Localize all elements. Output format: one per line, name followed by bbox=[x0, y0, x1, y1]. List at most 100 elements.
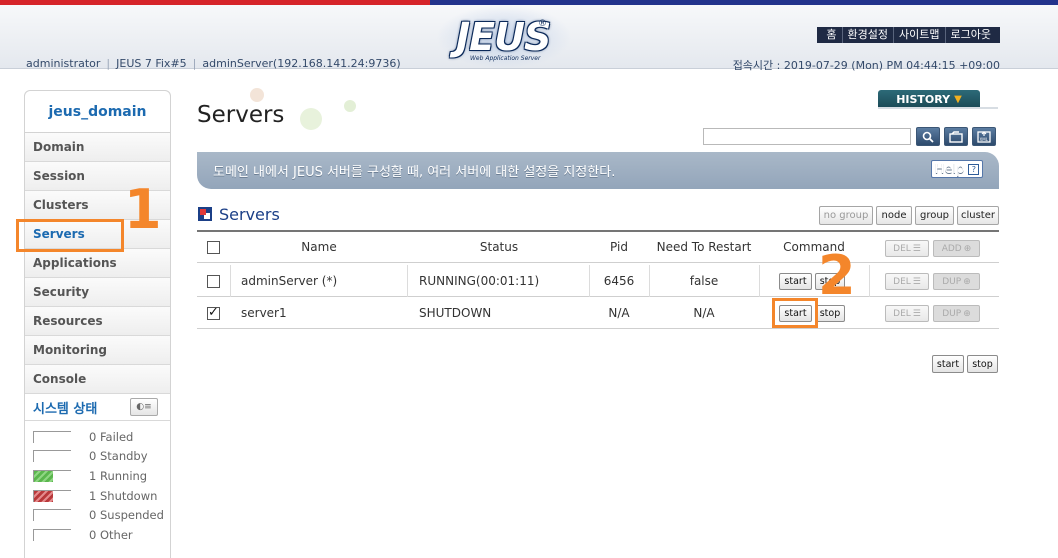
stat-count: 0 bbox=[89, 508, 97, 523]
plus-icon: ⊕ bbox=[963, 276, 971, 287]
system-status-title: 시스템 상태 bbox=[33, 401, 98, 417]
sidebar-item-applications[interactable]: Applications bbox=[25, 249, 170, 278]
stat-label: Standby bbox=[99, 449, 148, 464]
server-name[interactable]: server1 bbox=[241, 297, 407, 329]
monitor-icon[interactable]: ◐≡ bbox=[130, 398, 158, 416]
server-status: RUNNING(00:01:11) bbox=[419, 274, 540, 288]
nav-home[interactable]: 홈 bbox=[821, 27, 841, 43]
cell-divider bbox=[230, 265, 231, 297]
nav-settings[interactable]: 환경설정 bbox=[841, 27, 893, 43]
del-button[interactable]: DEL ☰ bbox=[885, 305, 929, 322]
stat-bar bbox=[33, 528, 71, 541]
column-status: Status bbox=[479, 240, 519, 254]
start-all-button[interactable]: start bbox=[932, 355, 964, 373]
add-button[interactable]: ADD ⊕ bbox=[933, 240, 980, 257]
nav-logout[interactable]: 로그아웃 bbox=[944, 27, 996, 43]
history-underline bbox=[878, 107, 998, 109]
stat-count: 0 bbox=[89, 449, 97, 464]
stat-label: Shutdown bbox=[99, 488, 158, 503]
sidebar-item-monitoring[interactable]: Monitoring bbox=[25, 336, 170, 365]
no-group-button[interactable]: no group bbox=[819, 206, 873, 225]
column-need-restart: Need To Restart bbox=[656, 240, 752, 254]
jeus-admin-console: JEUS ® Web Application Server 홈 환경설정 사이트… bbox=[0, 0, 1058, 558]
sidebar-item-resources[interactable]: Resources bbox=[25, 307, 170, 336]
row-checkbox[interactable] bbox=[207, 275, 220, 288]
logo-text: JEUS bbox=[456, 15, 551, 59]
system-status-list: 0 Failed 0 Standby 1 Running 1 Shutdown … bbox=[25, 421, 170, 558]
stat-other: 0 Other bbox=[33, 525, 170, 545]
user-name: administrator bbox=[26, 57, 101, 70]
admin-server-info: adminServer(192.168.141.24:9736) bbox=[202, 57, 401, 70]
stat-label: Suspended bbox=[99, 508, 164, 523]
sidebar: jeus_domain Domain Session Clusters Serv… bbox=[24, 90, 171, 558]
del-label: DEL bbox=[893, 308, 911, 319]
stop-all-button[interactable]: stop bbox=[967, 355, 998, 373]
group-button[interactable]: group bbox=[915, 206, 954, 225]
stat-running: 1 Running bbox=[33, 466, 170, 486]
stat-count: 0 bbox=[89, 527, 97, 542]
del-label: DEL bbox=[893, 243, 911, 254]
page-title: Servers bbox=[197, 102, 285, 128]
stat-bar bbox=[33, 430, 71, 443]
table-row: adminServer (*) RUNNING(00:01:11) 6456 f… bbox=[197, 265, 999, 297]
header: JEUS ® Web Application Server 홈 환경설정 사이트… bbox=[0, 5, 1058, 72]
node-button[interactable]: node bbox=[876, 206, 912, 225]
user-info-bar: administrator | JEUS 7 Fix#5 | adminServer(1… bbox=[26, 57, 401, 70]
chevron-down-icon: ▼ bbox=[954, 93, 962, 105]
stack-icon: ☰ bbox=[912, 243, 921, 254]
server-pid: N/A bbox=[608, 306, 630, 320]
stat-bar-running bbox=[33, 469, 71, 482]
registered-mark: ® bbox=[538, 19, 547, 29]
cell-divider bbox=[407, 265, 408, 297]
server-name[interactable]: adminServer (*) bbox=[241, 265, 407, 297]
history-button[interactable]: HISTORY ▼ bbox=[878, 90, 980, 108]
stat-label: Failed bbox=[99, 429, 134, 444]
stat-standby: 0 Standby bbox=[33, 447, 170, 467]
stack-icon: ☰ bbox=[912, 308, 921, 319]
stop-button[interactable]: stop bbox=[815, 305, 845, 322]
help-button[interactable]: Help? bbox=[931, 160, 983, 178]
decor-bubble bbox=[344, 100, 356, 112]
separator: | bbox=[106, 57, 111, 70]
table-header: Name Status Pid Need To Restart Command … bbox=[197, 232, 999, 263]
search-icon[interactable] bbox=[916, 127, 940, 146]
cluster-button[interactable]: cluster bbox=[957, 206, 999, 225]
del-label: DEL bbox=[893, 276, 911, 287]
decor-bubble bbox=[300, 108, 322, 130]
history-label: HISTORY bbox=[896, 92, 951, 106]
stat-bar bbox=[33, 509, 71, 522]
sidebar-item-console[interactable]: Console bbox=[25, 365, 170, 394]
refresh-icon[interactable] bbox=[944, 127, 968, 146]
dup-button[interactable]: DUP ⊕ bbox=[933, 273, 980, 290]
row-checkbox[interactable] bbox=[207, 305, 220, 320]
search-input[interactable] bbox=[703, 128, 911, 145]
select-all-checkbox[interactable] bbox=[207, 241, 220, 254]
del-button[interactable]: DEL ☰ bbox=[885, 273, 929, 290]
stat-count: 1 bbox=[89, 488, 97, 503]
table-row: server1 SHUTDOWN N/A N/A start stop DEL☰… bbox=[197, 297, 999, 329]
stat-count: 1 bbox=[89, 468, 97, 483]
start-button[interactable]: start bbox=[779, 273, 812, 290]
plus-icon: ⊕ bbox=[963, 243, 972, 254]
jeus-logo[interactable]: JEUS ® Web Application Server bbox=[456, 15, 552, 67]
nav-sitemap[interactable]: 사이트맵 bbox=[893, 27, 944, 43]
description-bar: 도메인 내에서 JEUS 서버를 구성할 때, 여러 서버에 대한 설정을 지정… bbox=[197, 152, 999, 189]
del-all-button[interactable]: DEL ☰ bbox=[885, 240, 929, 257]
server-status: SHUTDOWN bbox=[419, 306, 492, 320]
product-version: JEUS 7 Fix#5 bbox=[116, 57, 187, 70]
stat-bar bbox=[33, 450, 71, 463]
column-name: Name bbox=[301, 240, 337, 254]
dup-button[interactable]: DUP ⊕ bbox=[933, 305, 980, 322]
sidebar-item-domain[interactable]: Domain bbox=[25, 133, 170, 162]
export-xml-icon[interactable]: XML bbox=[972, 127, 996, 146]
annotation-box-1 bbox=[16, 219, 124, 252]
annotation-number-2: 2 bbox=[818, 244, 856, 307]
dup-label: DUP bbox=[942, 308, 962, 319]
server-need-restart: N/A bbox=[693, 306, 715, 320]
sidebar-item-security[interactable]: Security bbox=[25, 278, 170, 307]
domain-header[interactable]: jeus_domain bbox=[25, 91, 170, 133]
help-label: Help bbox=[934, 161, 965, 177]
stat-shutdown: 1 Shutdown bbox=[33, 486, 170, 506]
plus-icon: ⊕ bbox=[963, 308, 971, 319]
stat-bar-shutdown bbox=[33, 489, 71, 502]
